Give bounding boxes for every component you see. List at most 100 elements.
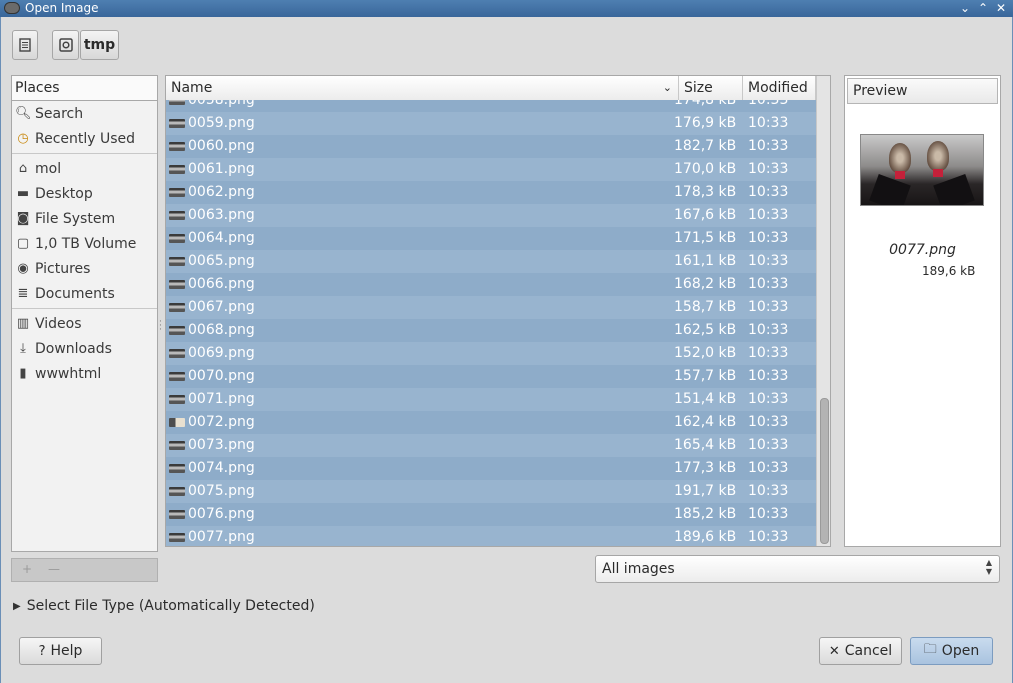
file-modified: 10:33 [748,322,789,338]
image-file-icon [169,100,185,105]
image-file-icon [169,280,185,289]
place-recently-used[interactable]: ◷ Recently Used [12,126,157,151]
file-row[interactable]: 0073.png 165,4 kB 10:33 [166,434,816,457]
place-wwwhtml[interactable]: ▮ wwwhtml [12,361,157,386]
file-modified: 10:33 [748,368,789,384]
file-row[interactable]: 0070.png 157,7 kB 10:33 [166,365,816,388]
file-row[interactable]: 0062.png 178,3 kB 10:33 [166,181,816,204]
updown-arrows-icon: ▲ ▼ [985,558,992,576]
file-filter-select[interactable]: All images ▲ ▼ [595,555,1000,583]
file-name: 0075.png [188,483,255,499]
place-search[interactable]: 🔍︎ Search [12,101,157,126]
image-file-icon [169,303,185,312]
place-videos[interactable]: ▥ Videos [12,311,157,336]
window-titlebar[interactable]: Open Image ⌄ ⌃ ✕ [0,0,1013,17]
minimize-icon[interactable]: ⌄ [957,0,973,16]
image-file-icon [169,257,185,266]
file-row[interactable]: 0077.png 189,6 kB 10:33 [166,526,816,546]
file-name: 0069.png [188,345,255,361]
close-icon[interactable]: ✕ [993,0,1009,16]
file-row[interactable]: 0058.png 174,8 kB 10:33 [166,100,816,112]
volume-icon: ▢ [16,236,30,251]
image-file-icon [169,119,185,128]
file-modified: 10:33 [748,276,789,292]
file-list-scrollbar[interactable] [816,76,830,546]
search-icon: 🔍︎ [15,106,32,121]
path-root-button[interactable] [52,30,79,60]
preview-thumbnail [860,134,984,206]
pane-resize-handle[interactable]: · · · [159,318,163,336]
help-button[interactable]: ? Help [19,637,102,665]
open-button[interactable]: 🗀︎ Open [910,637,993,665]
file-name: 0074.png [188,460,255,476]
column-header-name[interactable]: Name ⌄ [166,76,679,100]
file-name: 0064.png [188,230,255,246]
place-pictures[interactable]: ◉ Pictures [12,256,157,281]
scrollbar-thumb[interactable] [820,398,829,544]
file-modified: 10:33 [748,391,789,407]
place-downloads[interactable]: ⤓ Downloads [12,336,157,361]
file-row[interactable]: 0060.png 182,7 kB 10:33 [166,135,816,158]
preview-file-size: 189,6 kB [922,264,976,278]
column-header-modified[interactable]: Modified [743,76,816,100]
sort-chevron-down-icon: ⌄ [662,81,672,94]
file-modified: 10:33 [748,138,789,154]
image-file-icon [169,188,185,197]
preview-header: Preview [847,78,998,104]
file-row[interactable]: 0059.png 176,9 kB 10:33 [166,112,816,135]
cancel-button[interactable]: ✕ Cancel [819,637,902,665]
home-icon: ⌂ [18,161,28,176]
folder-icon: ▮ [19,366,27,381]
file-row[interactable]: 0064.png 171,5 kB 10:33 [166,227,816,250]
camera-icon: ◉ [17,261,29,276]
file-name: 0066.png [188,276,255,292]
file-row[interactable]: 0061.png 170,0 kB 10:33 [166,158,816,181]
file-row[interactable]: 0063.png 167,6 kB 10:33 [166,204,816,227]
clock-icon: ◷ [17,131,29,146]
preview-image-shoe [927,141,949,171]
place-file-system[interactable]: ◙ File System [12,206,157,231]
file-row[interactable]: 0069.png 152,0 kB 10:33 [166,342,816,365]
file-name: 0063.png [188,207,255,223]
place-documents[interactable]: ≣ Documents [12,281,157,306]
places-header[interactable]: Places [12,76,157,101]
drive-icon [58,38,73,52]
file-modified: 10:33 [748,414,789,430]
place-home[interactable]: ⌂ mol [12,156,157,181]
remove-bookmark-icon[interactable]: — [48,562,60,576]
window-frame-left [0,17,1,683]
image-file-icon [169,441,185,450]
type-location-button[interactable] [12,30,38,60]
places-separator [12,308,157,309]
file-row[interactable]: 0067.png 158,7 kB 10:33 [166,296,816,319]
path-tmp-button[interactable]: tmp [80,30,119,60]
help-icon: ? [38,643,46,659]
add-bookmark-icon[interactable]: + [22,562,32,576]
file-row[interactable]: 0071.png 151,4 kB 10:33 [166,388,816,411]
file-modified: 10:33 [748,345,789,361]
file-row[interactable]: 0068.png 162,5 kB 10:33 [166,319,816,342]
desktop-icon: ▬ [16,186,30,201]
file-row[interactable]: 0076.png 185,2 kB 10:33 [166,503,816,526]
column-header-size[interactable]: Size [679,76,743,100]
preview-panel: Preview 0077.png 189,6 kB [844,75,1001,547]
file-row[interactable]: 0066.png 168,2 kB 10:33 [166,273,816,296]
file-row[interactable]: 0065.png 161,1 kB 10:33 [166,250,816,273]
file-rows-inner: 0058.png 174,8 kB 10:33 0059.png 176,9 kB 10:… [166,100,816,546]
preview-image-shoe [889,143,911,173]
image-file-icon [169,142,185,151]
image-file-icon [169,487,185,496]
place-volume[interactable]: ▢ 1,0 TB Volume [12,231,157,256]
file-name: 0062.png [188,184,255,200]
file-size: 157,7 kB [674,368,737,384]
file-name: 0060.png [188,138,255,154]
place-desktop[interactable]: ▬ Desktop [12,181,157,206]
file-size: 170,0 kB [674,161,737,177]
maximize-icon[interactable]: ⌃ [975,0,991,16]
file-row[interactable]: 0072.png 162,4 kB 10:33 [166,411,816,434]
file-row[interactable]: 0074.png 177,3 kB 10:33 [166,457,816,480]
file-name: 0070.png [188,368,255,384]
file-type-expander[interactable]: ▶ Select File Type (Automatically Detect… [13,598,315,614]
document-icon: ≣ [17,286,29,301]
file-row[interactable]: 0075.png 191,7 kB 10:33 [166,480,816,503]
